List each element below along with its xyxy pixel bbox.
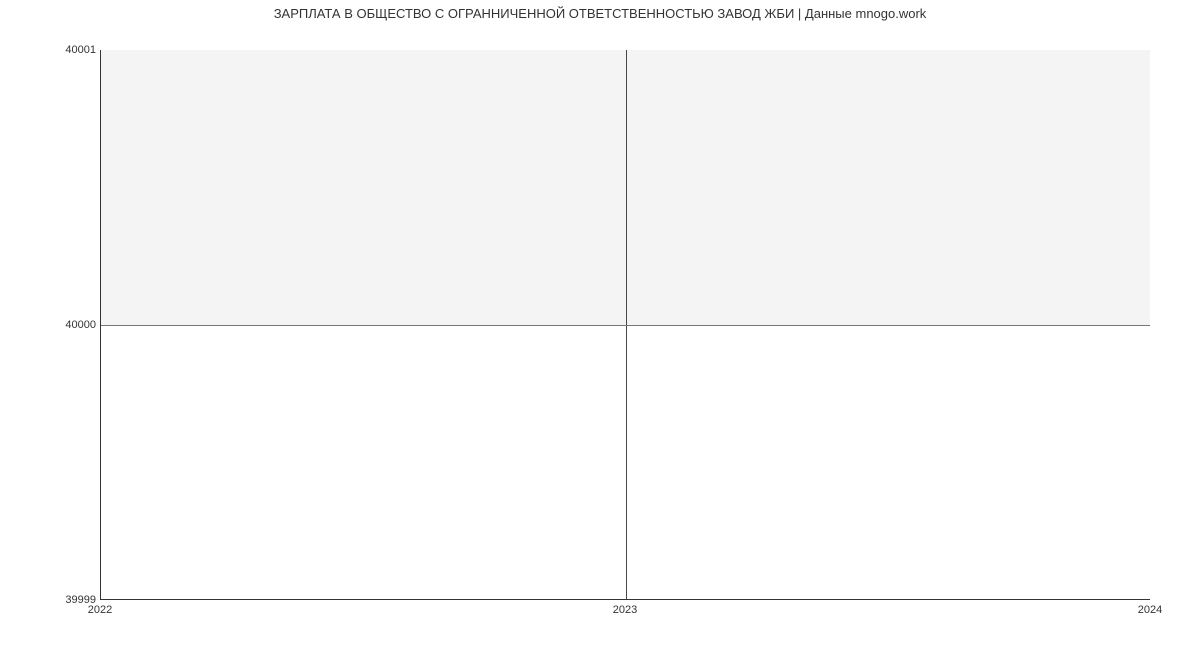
x-tick-label: 2024: [1138, 604, 1162, 616]
y-tick-label: 40000: [6, 319, 96, 331]
chart-title: ЗАРПЛАТА В ОБЩЕСТВО С ОГРАННИЧЕННОЙ ОТВЕ…: [0, 6, 1200, 21]
x-tick-label: 2022: [88, 604, 112, 616]
x-tick-label: 2023: [613, 604, 637, 616]
plot-area: [100, 50, 1150, 600]
salary-chart: ЗАРПЛАТА В ОБЩЕСТВО С ОГРАННИЧЕННОЙ ОТВЕ…: [0, 0, 1200, 650]
y-tick-label: 40001: [6, 44, 96, 56]
series-line: [101, 325, 1150, 326]
y-tick-label: 39999: [6, 594, 96, 606]
